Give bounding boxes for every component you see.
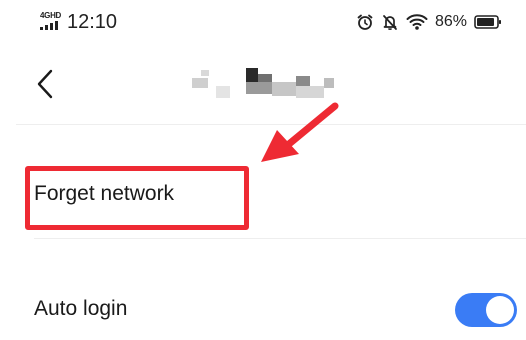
forget-network-row[interactable]: Forget network bbox=[0, 170, 526, 226]
title-bar bbox=[0, 56, 526, 112]
status-icons: 86% bbox=[356, 10, 502, 34]
auto-login-row: Auto login bbox=[0, 288, 526, 332]
auto-login-toggle[interactable] bbox=[455, 293, 517, 327]
auto-login-label: Auto login bbox=[34, 297, 128, 320]
status-bar: 4GHD 12:10 86% bbox=[0, 0, 526, 44]
wifi-icon bbox=[406, 14, 428, 30]
battery-icon bbox=[474, 15, 501, 29]
battery-percentage: 86% bbox=[434, 13, 467, 30]
toggle-knob bbox=[486, 296, 514, 324]
clock: 12:10 bbox=[67, 11, 118, 33]
network-type-label: 4GHD bbox=[40, 11, 62, 20]
divider bbox=[34, 238, 526, 239]
signal-bars-icon bbox=[40, 21, 58, 30]
alarm-icon bbox=[357, 14, 373, 30]
mute-icon bbox=[383, 15, 397, 30]
signal-icon: 4GHD bbox=[40, 12, 62, 32]
forget-network-label[interactable]: Forget network bbox=[34, 180, 174, 208]
back-button[interactable] bbox=[28, 66, 62, 102]
chevron-left-icon bbox=[37, 69, 53, 99]
network-name-redacted bbox=[188, 68, 358, 102]
divider bbox=[16, 124, 526, 125]
